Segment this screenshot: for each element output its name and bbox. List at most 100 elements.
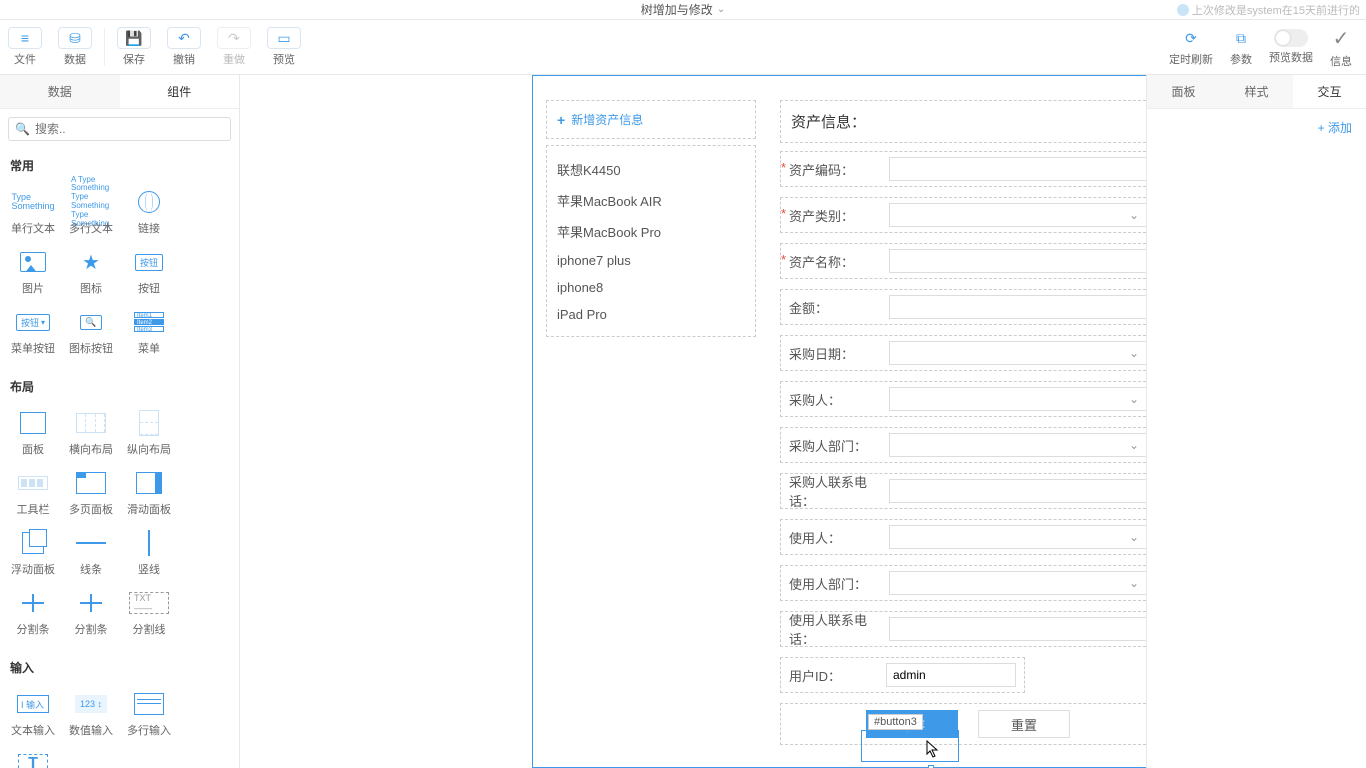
- toolbar-label: 文件: [14, 51, 36, 67]
- form-input[interactable]: [889, 433, 1146, 457]
- tree-item[interactable]: 苹果MacBook Pro: [557, 216, 745, 247]
- component-链接[interactable]: 链接: [120, 182, 178, 242]
- component-label: 面板: [22, 441, 44, 457]
- component-单行文本[interactable]: Type Something单行文本: [4, 182, 62, 242]
- form-input[interactable]: [889, 341, 1146, 365]
- search-input[interactable]: [35, 122, 224, 136]
- component-分割线[interactable]: TXT——分割线: [120, 583, 178, 643]
- component-浮动面板[interactable]: 浮动面板: [4, 523, 62, 583]
- tree-item[interactable]: iPad Pro: [557, 301, 745, 328]
- component-label: 竖线: [138, 561, 160, 577]
- component-菜单[interactable]: Item1Item2Item3菜单: [120, 302, 178, 362]
- form-label: 资产类别：: [789, 206, 889, 225]
- tab-panel[interactable]: 面板: [1147, 75, 1220, 108]
- component-label: 数值输入: [69, 722, 113, 738]
- component-横向布局[interactable]: 横向布局: [62, 403, 120, 463]
- form-row: 使用人联系电话：: [780, 611, 1146, 647]
- component-icon: [13, 469, 53, 497]
- form-input[interactable]: [889, 157, 1146, 181]
- last-modified: 上次修改是system在15天前进行的: [1177, 2, 1360, 18]
- component-线条[interactable]: 线条: [62, 523, 120, 583]
- form-input[interactable]: [889, 295, 1146, 319]
- toolbar-save-button[interactable]: 💾保存: [109, 20, 159, 74]
- component-label: 图片: [22, 280, 44, 296]
- form-label: 采购人部门：: [789, 436, 889, 455]
- tree-item[interactable]: 苹果MacBook AIR: [557, 185, 745, 216]
- section-input: 输入: [0, 651, 239, 684]
- chevron-down-icon: ⌄: [717, 4, 725, 15]
- tab-interact[interactable]: 交互: [1293, 75, 1366, 108]
- tree-item[interactable]: iphone7 plus: [557, 247, 745, 274]
- component-纵向布局[interactable]: 纵向布局: [120, 403, 178, 463]
- form-input[interactable]: [889, 203, 1146, 227]
- add-asset-button[interactable]: + 新增资产信息: [546, 100, 756, 139]
- component-竖线[interactable]: 竖线: [120, 523, 178, 583]
- reset-button[interactable]: 重置: [978, 710, 1070, 738]
- component-多页面板[interactable]: 多页面板: [62, 463, 120, 523]
- component-icon: [71, 469, 111, 497]
- component-面板[interactable]: 面板: [4, 403, 62, 463]
- component-icon: 按钮 ▾: [13, 308, 53, 336]
- toolbar-check-button[interactable]: ✓信息: [1316, 20, 1366, 74]
- form-input[interactable]: [889, 479, 1146, 503]
- component-icon: [129, 409, 169, 437]
- tree-item[interactable]: iphone8: [557, 274, 745, 301]
- component-数值输入[interactable]: 123 ↕数值输入: [62, 684, 120, 744]
- form-row: 金额：: [780, 289, 1146, 325]
- component-label: 工具栏: [17, 501, 50, 517]
- component-icon: [13, 589, 53, 617]
- form-row: 使用人部门：⌄: [780, 565, 1146, 601]
- refresh-icon: ⟳: [1174, 27, 1208, 49]
- component-滑动面板[interactable]: 滑动面板: [120, 463, 178, 523]
- component-文本输入[interactable]: I 输入文本输入: [4, 684, 62, 744]
- user-id-input[interactable]: [886, 663, 1016, 687]
- component-工具栏[interactable]: 工具栏: [4, 463, 62, 523]
- toolbar-params-button[interactable]: ⧉参数: [1216, 20, 1266, 74]
- component-分割条[interactable]: 分割条: [4, 583, 62, 643]
- component-菜单按钮[interactable]: 按钮 ▾菜单按钮: [4, 302, 62, 362]
- component-按钮[interactable]: 按钮按钮: [120, 242, 178, 302]
- form-input[interactable]: [889, 387, 1146, 411]
- toolbar-db-button[interactable]: ⛁数据: [50, 20, 100, 74]
- toolbar-label: 重做: [223, 51, 245, 67]
- page-title[interactable]: 树增加与修改 ⌄: [641, 1, 725, 18]
- component-图片[interactable]: 图片: [4, 242, 62, 302]
- tab-data[interactable]: 数据: [0, 75, 120, 108]
- toolbar-toggle-button[interactable]: 预览数据: [1266, 20, 1316, 74]
- toolbar-preview-button[interactable]: ▭预览: [259, 20, 309, 74]
- toolbar-refresh-button[interactable]: ⟳定时刷新: [1166, 20, 1216, 74]
- form-input[interactable]: [889, 525, 1146, 549]
- search-box[interactable]: 🔍: [8, 117, 231, 141]
- component-图标按钮[interactable]: 🔍图标按钮: [62, 302, 120, 362]
- component-label: 浮动面板: [11, 561, 55, 577]
- component-多行输入[interactable]: 多行输入: [120, 684, 178, 744]
- form-row: 采购日期：⌄: [780, 335, 1146, 371]
- canvas[interactable]: + 新增资产信息 联想K4450苹果MacBook AIR苹果MacBook P…: [240, 75, 1146, 768]
- add-interaction-button[interactable]: + 添加: [1147, 109, 1366, 146]
- toolbar-menu-button[interactable]: ≡文件: [0, 20, 50, 74]
- component-icon: I 输入: [13, 690, 53, 718]
- tab-component[interactable]: 组件: [120, 75, 240, 108]
- form-label: 使用人联系电话：: [789, 610, 889, 648]
- component-富文本输[interactable]: T富文本输: [4, 744, 62, 768]
- form-input[interactable]: [889, 617, 1146, 641]
- component-分割条[interactable]: 分割条: [62, 583, 120, 643]
- component-label: 图标: [80, 280, 102, 296]
- toolbar-label: 预览数据: [1269, 49, 1313, 65]
- tab-style[interactable]: 样式: [1220, 75, 1293, 108]
- form-input[interactable]: [889, 249, 1146, 273]
- component-label: 多行文本: [69, 220, 113, 236]
- tree-item[interactable]: 联想K4450: [557, 154, 745, 185]
- button-row: 保存 重置: [780, 703, 1146, 745]
- toolbar-label: 保存: [123, 51, 145, 67]
- component-label: 横向布局: [69, 441, 113, 457]
- component-icon: ★: [71, 248, 111, 276]
- component-icon: Item1Item2Item3: [129, 308, 169, 336]
- form-label: 资产编码：: [789, 160, 889, 179]
- component-label: 多页面板: [69, 501, 113, 517]
- toolbar-label: 预览: [273, 51, 295, 67]
- component-多行文本[interactable]: A Type SomethingType SomethingType Somet…: [62, 182, 120, 242]
- toolbar-undo-button[interactable]: ↶撤销: [159, 20, 209, 74]
- form-input[interactable]: [889, 571, 1146, 595]
- component-图标[interactable]: ★ 图标: [62, 242, 120, 302]
